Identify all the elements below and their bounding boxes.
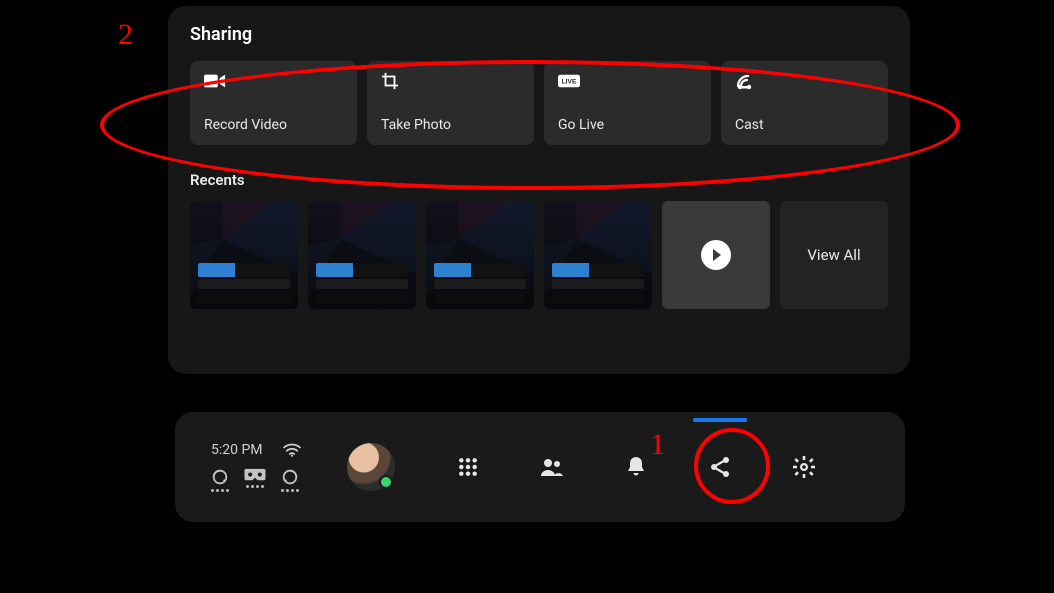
cast-card[interactable]: Cast: [721, 61, 888, 145]
svg-text:LIVE: LIVE: [562, 79, 577, 86]
take-photo-label: Take Photo: [381, 117, 520, 133]
dock-time: 5:20 PM: [211, 442, 263, 458]
dock-icons: [455, 454, 881, 480]
cast-label: Cast: [735, 117, 874, 133]
cast-icon: [735, 73, 757, 89]
user-avatar[interactable]: [347, 443, 395, 491]
record-video-card[interactable]: Record Video: [190, 61, 357, 145]
annotation-label-1: 1: [650, 428, 665, 462]
recent-thumbnail[interactable]: [190, 201, 298, 309]
play-icon: [701, 240, 731, 270]
notifications-button[interactable]: [623, 454, 649, 480]
go-live-card[interactable]: LIVE Go Live: [544, 61, 711, 145]
record-video-label: Record Video: [204, 117, 343, 133]
dock-quick-row: [211, 468, 301, 492]
dock-status: 5:20 PM: [211, 442, 301, 458]
view-all-label: View All: [807, 246, 860, 264]
wifi-icon: [283, 443, 301, 457]
view-all-card[interactable]: View All: [780, 201, 888, 309]
take-photo-card[interactable]: Take Photo: [367, 61, 534, 145]
recent-thumbnail[interactable]: [426, 201, 534, 309]
apps-button[interactable]: [455, 454, 481, 480]
take-photo-icon: [381, 73, 403, 89]
share-active-indicator: [693, 418, 747, 422]
sharing-action-row: Record Video Take Photo LIVE Go Live Cas…: [190, 61, 888, 145]
go-live-icon: LIVE: [558, 73, 580, 89]
quick-item-headset[interactable]: [211, 468, 229, 492]
dock-bar: 5:20 PM: [175, 412, 905, 522]
share-button[interactable]: [707, 454, 733, 480]
record-video-icon: [204, 73, 226, 89]
settings-button[interactable]: [791, 454, 817, 480]
go-live-label: Go Live: [558, 117, 697, 133]
recent-play-card[interactable]: [662, 201, 770, 309]
people-button[interactable]: [539, 454, 565, 480]
sharing-title: Sharing: [190, 24, 888, 45]
annotation-label-2: 2: [118, 18, 133, 52]
quick-item-controller[interactable]: [281, 468, 299, 492]
dock-left: 5:20 PM: [211, 442, 301, 492]
recent-thumbnail[interactable]: [544, 201, 652, 309]
sharing-panel: Sharing Record Video Take Photo LIVE Go …: [168, 6, 910, 374]
recent-thumbnail[interactable]: [308, 201, 416, 309]
recents-row: View All: [190, 201, 888, 309]
quick-item-vr[interactable]: [243, 468, 267, 492]
recents-title: Recents: [190, 171, 888, 189]
